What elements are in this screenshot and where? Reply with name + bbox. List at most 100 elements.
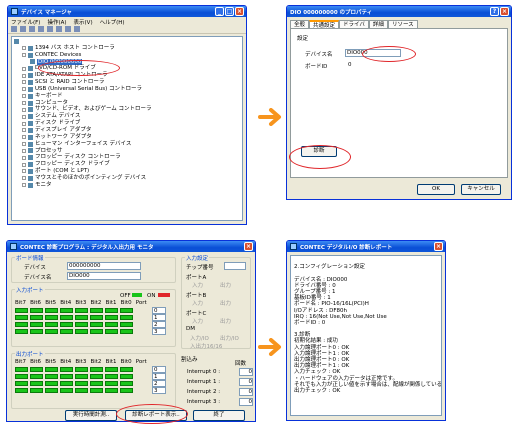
menu-help[interactable]: ヘルプ(H) — [100, 18, 125, 26]
tree-item[interactable]: 1394 バス ホスト コントローラ — [14, 45, 240, 52]
menu-file[interactable]: ファイル(F) — [11, 18, 40, 26]
device-manager-titlebar[interactable]: デバイス マネージャ _ □ × — [8, 6, 246, 17]
tab-resources[interactable]: リソース — [387, 20, 418, 28]
tree-item[interactable]: CONTEC Devices — [14, 52, 240, 59]
bit-cell[interactable] — [105, 388, 118, 393]
diagnostic-titlebar[interactable]: CONTEC 診断プログラム : デジタル入出力用 モニタ × — [7, 241, 255, 252]
expand-icon[interactable] — [22, 169, 26, 174]
tree-item[interactable] — [14, 38, 240, 45]
disable-icon[interactable] — [74, 26, 80, 32]
bit-cell[interactable] — [120, 388, 133, 393]
tree-item[interactable]: キーボード — [14, 93, 240, 100]
tree-item[interactable]: ネットワーク アダプタ — [14, 134, 240, 141]
port-b-in-radio[interactable]: 入力 — [192, 299, 203, 307]
bit-cell[interactable] — [105, 381, 118, 386]
expand-icon[interactable] — [22, 107, 26, 112]
tree-item[interactable]: ディスク ドライブ — [14, 120, 240, 127]
report-text[interactable]: 2.コンフィグレーション設定 デバイス名 : DIO000 ドライバ番号 : 0 グル… — [290, 255, 442, 416]
expand-icon[interactable] — [22, 87, 26, 92]
up-icon[interactable] — [29, 26, 35, 32]
bit-cell[interactable] — [105, 374, 118, 379]
expand-icon[interactable] — [22, 121, 26, 126]
port-c-out-radio[interactable]: 出力 — [220, 317, 231, 325]
expand-icon[interactable] — [22, 114, 26, 119]
bit-cell[interactable] — [90, 367, 103, 372]
minimize-icon[interactable]: _ — [215, 7, 224, 16]
report-titlebar[interactable]: CONTEC デジタルI/O 診断レポート × — [287, 241, 445, 252]
bit-cell[interactable] — [75, 388, 88, 393]
tab-details[interactable]: 詳細 — [368, 20, 388, 28]
measure-time-button[interactable]: 実行時間計測.. — [65, 410, 117, 421]
bit-cell[interactable] — [90, 388, 103, 393]
bit-cell[interactable] — [60, 367, 73, 372]
expand-icon[interactable] — [22, 162, 26, 167]
bit-cell[interactable] — [120, 374, 133, 379]
bit-cell[interactable] — [30, 388, 43, 393]
bit-cell[interactable] — [60, 374, 73, 379]
expand-icon[interactable] — [22, 94, 26, 99]
expand-icon[interactable] — [22, 148, 26, 153]
close-icon[interactable]: × — [434, 242, 443, 251]
tree-item[interactable]: フロッピー ディスク ドライブ — [14, 161, 240, 168]
bit-cell[interactable] — [15, 367, 28, 372]
dm-option-1[interactable]: 入力/IO — [190, 334, 209, 342]
bit-cell[interactable] — [30, 374, 43, 379]
bit-cell[interactable] — [75, 367, 88, 372]
close-icon[interactable]: × — [244, 242, 253, 251]
bit-cell[interactable] — [120, 367, 133, 372]
bit-cell[interactable] — [120, 381, 133, 386]
expand-icon[interactable] — [22, 73, 26, 78]
expand-icon[interactable] — [22, 101, 26, 106]
bit-cell[interactable] — [75, 374, 88, 379]
bit-cell[interactable] — [15, 374, 28, 379]
help-icon[interactable]: ? — [490, 7, 499, 16]
tree-item[interactable]: ヒューマン インターフェイス デバイス — [14, 141, 240, 148]
close-icon[interactable]: × — [235, 7, 244, 16]
port-b-out-radio[interactable]: 出力 — [220, 299, 231, 307]
dm-option-3[interactable]: 入出力16/16 — [190, 342, 222, 350]
tree-item[interactable]: SCSI と RAID コントローラ — [14, 79, 240, 86]
port-c-in-radio[interactable]: 入力 — [192, 317, 203, 325]
bit-cell[interactable] — [15, 381, 28, 386]
bit-cell[interactable] — [75, 381, 88, 386]
properties-icon[interactable] — [38, 26, 44, 32]
bit-cell[interactable] — [30, 367, 43, 372]
uninstall-icon[interactable] — [65, 26, 71, 32]
bit-cell[interactable] — [15, 388, 28, 393]
bit-cell[interactable] — [45, 381, 58, 386]
bit-cell[interactable] — [90, 374, 103, 379]
tree-item[interactable]: モニタ — [14, 182, 240, 189]
bit-cell[interactable] — [90, 381, 103, 386]
tab-driver[interactable]: ドライバ — [339, 20, 369, 28]
dm-option-2[interactable]: 出力/IO — [220, 334, 239, 342]
expand-icon[interactable] — [22, 142, 26, 147]
ok-button[interactable]: OK — [417, 184, 455, 195]
chip-number-select[interactable] — [224, 262, 246, 270]
expand-icon[interactable] — [22, 183, 26, 188]
expand-icon[interactable] — [22, 128, 26, 133]
tab-general[interactable]: 全般 — [290, 20, 310, 28]
port-a-in-radio[interactable]: 入力 — [192, 281, 203, 289]
forward-icon[interactable] — [20, 26, 26, 32]
tree-item[interactable]: マウスとそのほかのポインティング デバイス — [14, 175, 240, 182]
back-icon[interactable] — [11, 26, 17, 32]
expand-icon[interactable] — [22, 135, 26, 140]
end-button[interactable]: 終了 — [193, 410, 245, 421]
bit-cell[interactable] — [60, 388, 73, 393]
properties-titlebar[interactable]: DIO 000000000 のプロパティ ? × — [287, 6, 511, 17]
expand-icon[interactable] — [22, 66, 26, 71]
expand-icon[interactable] — [22, 46, 26, 51]
tree-item[interactable]: ポート (COM と LPT) — [14, 168, 240, 175]
help-icon[interactable] — [47, 26, 53, 32]
expand-icon[interactable] — [22, 80, 26, 85]
tree-item[interactable]: ディスプレイ アダプタ — [14, 127, 240, 134]
bit-cell[interactable] — [45, 367, 58, 372]
tree-item[interactable]: USB (Universal Serial Bus) コントローラ — [14, 86, 240, 93]
expand-icon[interactable] — [22, 53, 26, 58]
close-icon[interactable]: × — [500, 7, 509, 16]
menu-action[interactable]: 操作(A) — [47, 18, 66, 26]
expand-icon[interactable] — [22, 176, 26, 181]
port-a-out-radio[interactable]: 出力 — [220, 281, 231, 289]
expand-icon[interactable] — [22, 155, 26, 160]
menu-view[interactable]: 表示(V) — [74, 18, 93, 26]
